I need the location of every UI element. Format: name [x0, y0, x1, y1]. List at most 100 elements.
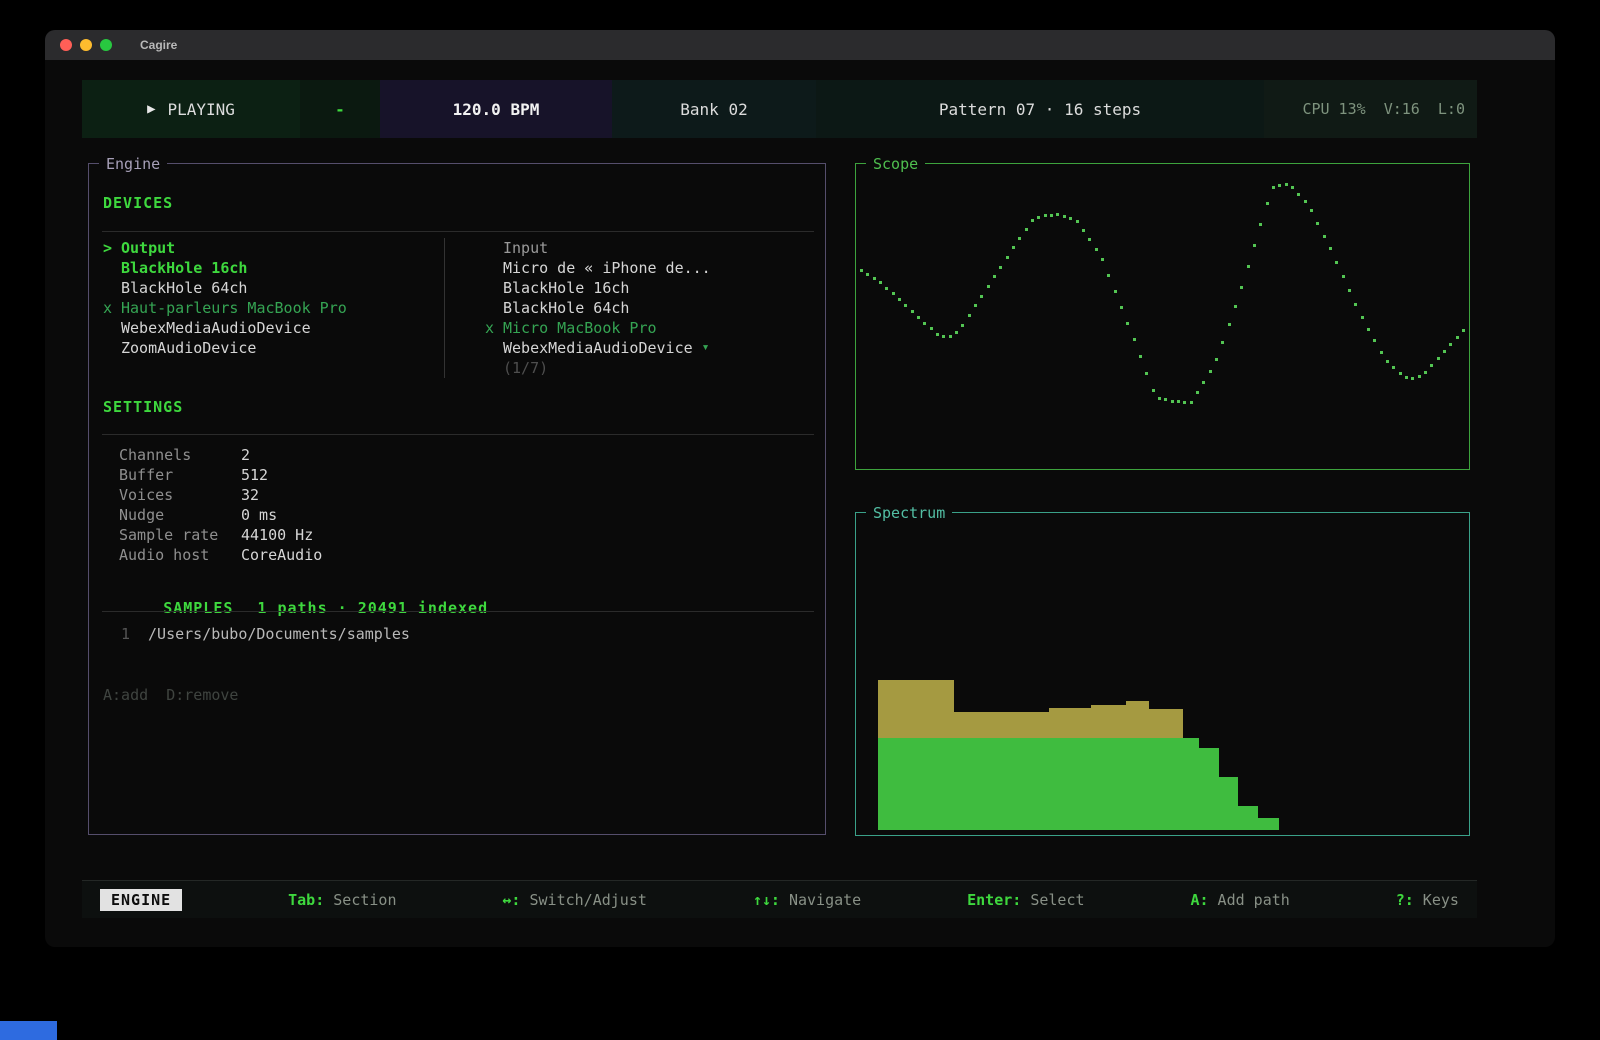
- device-item[interactable]: WebexMediaAudioDevice: [103, 318, 444, 338]
- scope-sample-dot: [1177, 400, 1180, 403]
- device-item[interactable]: BlackHole 16ch: [485, 278, 815, 298]
- settings-row[interactable]: Channels2: [119, 445, 322, 465]
- device-item-prefix: [485, 358, 503, 378]
- shortcut-label: Navigate: [780, 891, 861, 909]
- device-item[interactable]: WebexMediaAudioDevice▾: [485, 338, 815, 358]
- shortcut-keys: ?: Keys: [1396, 891, 1459, 909]
- device-item[interactable]: xHaut-parleurs MacBook Pro: [103, 298, 444, 318]
- samples-summary: 1 paths · 20491 indexed: [257, 599, 488, 617]
- scope-sample-dot: [860, 269, 863, 272]
- spectrum-panel: Spectrum: [855, 512, 1470, 836]
- scope-sample-dot: [1133, 338, 1136, 341]
- settings-row[interactable]: Buffer512: [119, 465, 322, 485]
- shortcut-key: Tab:: [288, 891, 324, 909]
- device-item[interactable]: >Output: [103, 238, 444, 258]
- device-item-label: (1/7): [503, 358, 548, 378]
- scope-sample-dot: [1095, 248, 1098, 251]
- scope-sample-dot: [1304, 200, 1307, 203]
- scope-sample-dot: [1063, 215, 1066, 218]
- shortcut-key: A:: [1190, 891, 1208, 909]
- scope-sample-dot: [885, 287, 888, 290]
- device-item-label: BlackHole 16ch: [121, 258, 247, 278]
- scope-sample-dot: [1272, 186, 1275, 189]
- engine-panel: Engine DEVICES >Output BlackHole 16ch Bl…: [88, 163, 826, 835]
- spectrum-peak-hold-bar: [1091, 705, 1127, 739]
- scope-sample-dot: [1247, 265, 1250, 268]
- scope-sample-dot: [1285, 183, 1288, 186]
- scope-sample-dot: [904, 304, 907, 307]
- spectrum-peak-hold-bar: [954, 712, 1050, 738]
- device-item[interactable]: BlackHole 64ch: [485, 298, 815, 318]
- settings-row[interactable]: Nudge0 ms: [119, 505, 322, 525]
- scope-sample-dot: [1158, 397, 1161, 400]
- device-item: Input: [485, 238, 815, 258]
- scope-sample-dot: [1443, 350, 1446, 353]
- device-item-prefix: [103, 258, 121, 278]
- bpm-display[interactable]: 120.0 BPM: [380, 80, 612, 138]
- scope-sample-dot: [1240, 286, 1243, 289]
- settings-row[interactable]: Voices32: [119, 485, 322, 505]
- desktop-corner: [0, 1021, 57, 1040]
- device-item[interactable]: BlackHole 64ch: [103, 278, 444, 298]
- spectrum-peak-hold-bar: [1148, 709, 1183, 738]
- divider: [102, 434, 814, 435]
- scope-sample-dot: [873, 277, 876, 280]
- device-item[interactable]: ZoomAudioDevice: [103, 338, 444, 358]
- scope-sample-dot: [1424, 371, 1427, 374]
- scope-sample-dot: [949, 335, 952, 338]
- device-item-label: BlackHole 64ch: [503, 298, 629, 318]
- spectrum-plot: [857, 513, 1470, 835]
- divider: [102, 611, 814, 612]
- scope-sample-dot: [1399, 372, 1402, 375]
- close-button[interactable]: [60, 39, 72, 51]
- scope-sample-dot: [1456, 336, 1459, 339]
- pattern-display[interactable]: Pattern 07 · 16 steps: [816, 80, 1264, 138]
- transport-bar: ▶PLAYING - 120.0 BPM Bank 02 Pattern 07 …: [82, 80, 1477, 138]
- scope-sample-dot: [1342, 275, 1345, 278]
- scope-sample-dot: [1171, 400, 1174, 403]
- zoom-button[interactable]: [100, 39, 112, 51]
- device-item-label: ZoomAudioDevice: [121, 338, 256, 358]
- shortcut-label: Keys: [1414, 891, 1459, 909]
- scope-sample-dot: [1373, 339, 1376, 342]
- play-icon: ▶: [147, 101, 155, 117]
- scope-sample-dot: [1069, 217, 1072, 220]
- settings-label: Channels: [119, 445, 241, 465]
- scope-sample-dot: [1405, 376, 1408, 379]
- scope-sample-dot: [1316, 222, 1319, 225]
- sample-path-index: 1: [121, 625, 130, 643]
- device-item[interactable]: Micro de « iPhone de...: [485, 258, 815, 278]
- settings-row[interactable]: Sample rate44100 Hz: [119, 525, 322, 545]
- settings-row[interactable]: Audio hostCoreAudio: [119, 545, 322, 565]
- device-item-label: BlackHole 16ch: [503, 278, 629, 298]
- scope-sample-dot: [1221, 341, 1224, 344]
- scope-sample-dot: [1215, 358, 1218, 361]
- scope-sample-dot: [866, 273, 869, 276]
- transport-status[interactable]: ▶PLAYING: [82, 80, 300, 138]
- scope-sample-dot: [1018, 237, 1021, 240]
- scope-sample-dot: [1037, 216, 1040, 219]
- bank-display[interactable]: Bank 02: [612, 80, 816, 138]
- device-item[interactable]: xMicro MacBook Pro: [485, 318, 815, 338]
- scope-sample-dot: [879, 281, 882, 284]
- device-item-prefix: [103, 278, 121, 298]
- spectrum-level-bar: [1198, 748, 1219, 830]
- settings-label: Voices: [119, 485, 241, 505]
- device-item-prefix: [485, 278, 503, 298]
- scope-sample-dot: [1310, 209, 1313, 212]
- scope-sample-dot: [1323, 235, 1326, 238]
- device-item[interactable]: BlackHole 16ch: [103, 258, 444, 278]
- sample-path: /Users/bubo/Documents/samples: [148, 625, 410, 643]
- settings-heading: SETTINGS: [103, 398, 183, 416]
- scope-sample-dot: [1114, 290, 1117, 293]
- mode-badge[interactable]: ENGINE: [100, 889, 182, 911]
- shortcut-label: Section: [324, 891, 396, 909]
- scope-sample-dot: [1190, 401, 1193, 404]
- settings-label: Sample rate: [119, 525, 241, 545]
- scope-sample-dot: [1354, 303, 1357, 306]
- minimize-button[interactable]: [80, 39, 92, 51]
- scope-sample-dot: [898, 298, 901, 301]
- scope-sample-dot: [1088, 238, 1091, 241]
- settings-value: 2: [241, 445, 250, 465]
- sample-path-row[interactable]: 1/Users/bubo/Documents/samples: [121, 624, 410, 644]
